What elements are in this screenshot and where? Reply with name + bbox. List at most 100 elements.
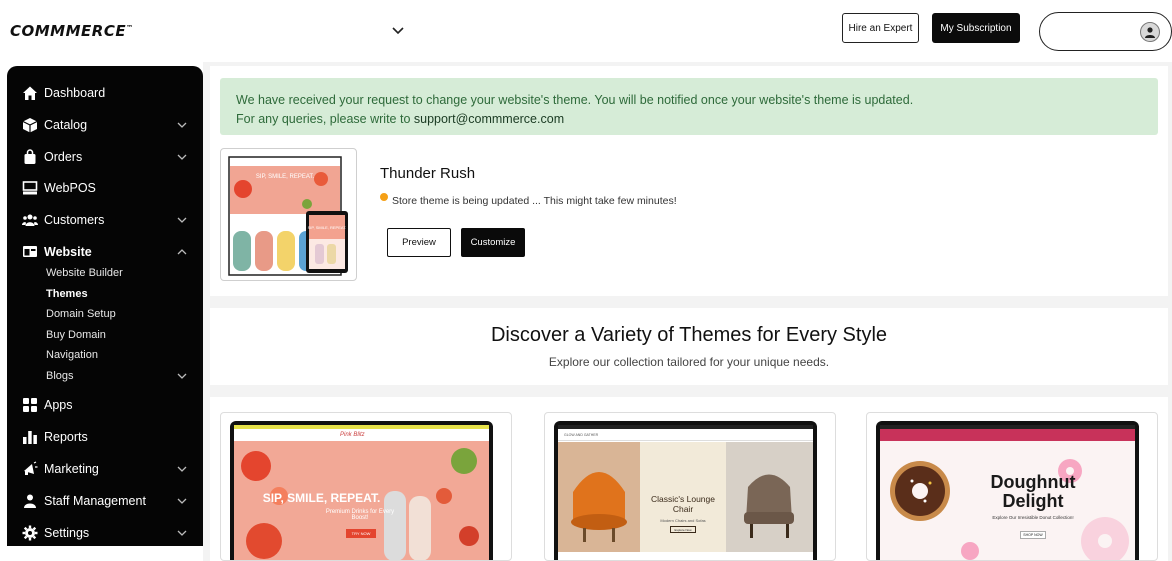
card-subheadline: Premium Drinks for Every Boost!	[325, 509, 395, 521]
card-headline: Doughnut Delight	[990, 472, 1076, 511]
mini-brand: Pink Blitz	[340, 432, 365, 438]
logo-text: COMMMERCE	[10, 22, 127, 40]
chevron-down-icon[interactable]	[176, 151, 188, 163]
sidebar-subitem-domain-setup[interactable]: Domain Setup	[46, 308, 116, 320]
logo-trademark: ™	[126, 24, 134, 32]
sidebar-item-marketing[interactable]: Marketing	[7, 456, 203, 482]
sidebar-item-label: Website	[44, 245, 92, 259]
megaphone-icon	[24, 461, 38, 475]
website-icon	[23, 246, 37, 257]
user-avatar-icon[interactable]	[1140, 22, 1160, 42]
support-email-link[interactable]: support@commmerce.com	[414, 112, 564, 126]
gear-icon	[22, 525, 38, 541]
sidebar-subitem-themes[interactable]: Themes	[46, 288, 88, 300]
chevron-down-icon[interactable]	[176, 527, 188, 539]
theme-status-text: Store theme is being updated ... This mi…	[392, 195, 677, 207]
thumbnail-headline: SIP, SMILE, REPEAT.	[256, 174, 314, 180]
mini-brand: GLOW AND GATHER	[564, 432, 599, 437]
sidebar-subitem-blogs[interactable]: Blogs	[46, 370, 74, 382]
sidebar-item-label: Apps	[44, 398, 73, 412]
device-mockup: Doughnut Delight Explore Our Irresistibl…	[876, 421, 1139, 560]
sidebar-item-apps[interactable]: Apps	[7, 392, 203, 418]
card-cta-button[interactable]: Explore Now	[670, 526, 696, 533]
orange-chair-image	[571, 472, 627, 542]
bag-icon	[24, 149, 36, 164]
my-subscription-button[interactable]: My Subscription	[932, 13, 1020, 43]
sidebar-item-webpos[interactable]: WebPOS	[7, 175, 203, 201]
sidebar-item-label: Dashboard	[44, 86, 106, 100]
sidebar-subitem-website-builder[interactable]: Website Builder	[46, 267, 123, 279]
sidebar-item-label: WebPOS	[44, 181, 96, 195]
chevron-down-icon[interactable]	[176, 463, 188, 475]
sidebar-item-catalog[interactable]: Catalog	[7, 112, 203, 138]
chevron-down-icon[interactable]	[176, 119, 188, 131]
theme-preview-image: SIP, SMILE, REPEAT. SIP, SMILE, REPEAT.	[228, 156, 348, 276]
theme-card[interactable]: Pink Blitz SIP, SMILE, REPEAT. Premium D…	[220, 412, 512, 561]
mini-nav	[880, 429, 1135, 441]
theme-card[interactable]: GLOW AND GATHER Classic's Lounge Chair M…	[544, 412, 836, 561]
hero-right-panel	[726, 442, 813, 552]
theme-screen: Pink Blitz SIP, SMILE, REPEAT. Premium D…	[234, 425, 489, 560]
chevron-down-icon[interactable]	[176, 495, 188, 507]
card-subheadline: Modern Chairs and Sofas	[660, 518, 706, 523]
sidebar-item-reports[interactable]: Reports	[7, 424, 203, 450]
chevron-down-icon[interactable]	[176, 214, 188, 226]
sidebar-subitem-buy-domain[interactable]: Buy Domain	[46, 329, 106, 341]
top-bar: COMMMERCE™ Hire an Expert My Subscriptio…	[0, 0, 1172, 62]
card-subheadline: Explore Our Irresistible Donut Collectio…	[992, 515, 1074, 520]
home-icon	[23, 86, 37, 100]
customize-button[interactable]: Customize	[461, 228, 525, 257]
sidebar-item-orders[interactable]: Orders	[7, 144, 203, 170]
hero-center-panel: Classic's Lounge Chair Modern Chairs and…	[640, 442, 726, 552]
sidebar-item-dashboard[interactable]: Dashboard	[7, 80, 203, 106]
sidebar-item-label: Settings	[44, 526, 90, 540]
discover-title: Discover a Variety of Themes for Every S…	[490, 324, 888, 346]
alert-line-1: We have received your request to change …	[236, 93, 914, 107]
chevron-down-icon[interactable]	[176, 370, 188, 382]
sidebar-item-label: Marketing	[44, 462, 99, 476]
device-mockup: Pink Blitz SIP, SMILE, REPEAT. Premium D…	[230, 421, 493, 560]
status-dot-icon	[380, 193, 388, 201]
staff-icon	[24, 494, 36, 508]
profile-menu[interactable]	[1039, 12, 1172, 51]
sidebar-subitem-navigation[interactable]: Navigation	[46, 349, 98, 361]
pos-icon	[22, 181, 38, 195]
sidebar-item-website[interactable]: Website	[7, 239, 203, 265]
card-headline: SIP, SMILE, REPEAT.	[262, 491, 381, 505]
thumbnail-tagline: SIP, SMILE, REPEAT.	[308, 225, 347, 230]
card-headline: Classic's Lounge Chair	[651, 494, 715, 514]
chevron-down-icon[interactable]	[390, 22, 406, 38]
theme-screen: Doughnut Delight Explore Our Irresistibl…	[880, 425, 1135, 560]
current-theme-thumbnail[interactable]: SIP, SMILE, REPEAT. SIP, SMILE, REPEAT.	[220, 148, 357, 281]
alert-line-2-prefix: For any queries, please write to	[236, 112, 414, 126]
device-mockup: GLOW AND GATHER Classic's Lounge Chair M…	[554, 421, 817, 560]
theme-change-alert: We have received your request to change …	[220, 78, 1158, 135]
sidebar-item-label: Catalog	[44, 118, 88, 132]
card-cta-button[interactable]: SHOP NOW	[1020, 531, 1046, 539]
reports-icon	[23, 431, 37, 444]
mini-nav: Pink Blitz	[234, 429, 489, 441]
brand-logo[interactable]: COMMMERCE™	[10, 22, 134, 40]
grey-chair-image	[744, 474, 794, 538]
theme-screen: GLOW AND GATHER Classic's Lounge Chair M…	[558, 425, 813, 560]
alert-line-2: For any queries, please write to support…	[236, 110, 1142, 129]
hero-left-panel	[558, 442, 640, 552]
sidebar-item-staff-management[interactable]: Staff Management	[7, 488, 203, 514]
theme-card[interactable]: Doughnut Delight Explore Our Irresistibl…	[866, 412, 1158, 561]
sidebar-item-label: Staff Management	[44, 494, 146, 508]
box-icon	[22, 118, 38, 133]
sidebar: Dashboard Catalog Orders WebPOS Customer…	[7, 66, 203, 546]
current-theme-name: Thunder Rush	[380, 165, 476, 182]
users-icon	[22, 214, 38, 226]
card-cta-button[interactable]: TRY NOW	[346, 529, 376, 538]
chevron-up-icon[interactable]	[176, 246, 188, 258]
sidebar-item-label: Orders	[44, 150, 83, 164]
sidebar-item-customers[interactable]: Customers	[7, 207, 203, 233]
discover-subtitle: Explore our collection tailored for your…	[548, 355, 830, 369]
sidebar-item-label: Reports	[44, 430, 88, 444]
sidebar-item-label: Customers	[44, 213, 105, 227]
hire-expert-button[interactable]: Hire an Expert	[842, 13, 919, 43]
preview-button[interactable]: Preview	[387, 228, 451, 257]
mini-nav: GLOW AND GATHER	[558, 429, 813, 441]
sidebar-item-settings[interactable]: Settings	[7, 520, 203, 546]
